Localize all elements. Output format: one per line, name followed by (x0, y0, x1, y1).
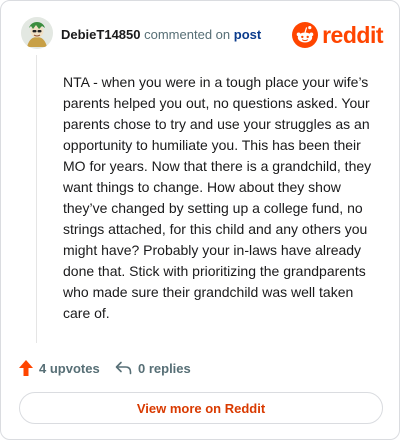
action-text: commented on (144, 27, 231, 42)
comment-stats: 4 upvotes 0 replies (19, 357, 379, 379)
upvote-label: 4 upvotes (39, 360, 100, 376)
comment-header: DebieT14850 commented on post reddit (21, 15, 383, 55)
view-more-button[interactable]: View more on Reddit (19, 392, 383, 424)
reply-arrow-icon (115, 361, 132, 375)
thread-line (36, 55, 37, 343)
reddit-logo-icon (292, 22, 319, 48)
upvote-arrow-icon (19, 360, 33, 376)
comment-byline: DebieT14850 commented on post (61, 27, 261, 42)
post-link[interactable]: post (234, 27, 261, 42)
reply-label: 0 replies (138, 360, 191, 376)
reddit-logo[interactable]: reddit (292, 21, 383, 49)
username-link[interactable]: DebieT14850 (61, 27, 141, 42)
avatar-image (21, 17, 53, 49)
upvote-count[interactable]: 4 upvotes (19, 357, 100, 379)
reddit-wordmark: reddit (322, 21, 383, 48)
comment-embed-card: DebieT14850 commented on post reddit NTA… (0, 0, 400, 440)
comment-text: NTA - when you were in a tough place you… (63, 74, 372, 321)
avatar[interactable] (21, 17, 53, 49)
reply-count[interactable]: 0 replies (115, 357, 191, 379)
